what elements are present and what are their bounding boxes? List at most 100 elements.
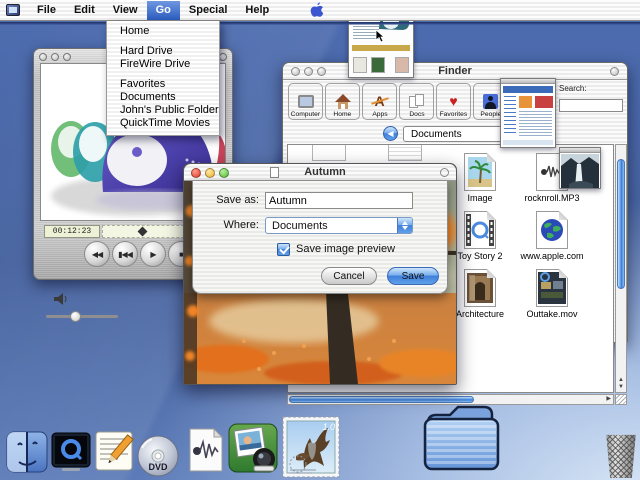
toolbar-toggle-icon[interactable] xyxy=(219,53,227,61)
toolbar-apps-button[interactable]: A Apps xyxy=(362,83,397,120)
zoom-icon[interactable] xyxy=(63,53,71,61)
cursor-icon xyxy=(375,29,385,43)
close-icon[interactable] xyxy=(39,53,47,61)
dvd-label: DVD xyxy=(136,462,180,472)
dock-dvd-player-icon[interactable]: DVD xyxy=(136,434,180,478)
minimize-icon[interactable] xyxy=(205,168,215,178)
go-menu-dropdown: Home Hard Drive FireWire Drive Favorites… xyxy=(106,21,220,136)
dock-quicktime-icon[interactable] xyxy=(50,431,92,478)
finder-titlebar[interactable]: Finder xyxy=(283,63,627,80)
movie-doc-icon xyxy=(536,269,568,307)
minimize-icon[interactable] xyxy=(51,53,59,61)
file-image[interactable]: Image xyxy=(448,153,512,203)
web-location-icon xyxy=(536,211,568,249)
menu-help[interactable]: Help xyxy=(236,1,278,20)
save-button[interactable]: Save xyxy=(387,267,439,285)
file-outtake[interactable]: Outtake.mov xyxy=(520,269,584,319)
person-icon xyxy=(483,91,498,111)
zoom-icon[interactable] xyxy=(219,168,229,178)
dock-textedit-icon[interactable] xyxy=(92,429,136,478)
filename-input[interactable] xyxy=(265,192,413,209)
search-area: Search: xyxy=(559,84,625,113)
dock-audio-file-icon[interactable] xyxy=(182,427,228,478)
photo-doc-icon xyxy=(464,269,496,307)
web-promo-box xyxy=(535,96,553,108)
toolbar-computer-button[interactable]: Computer xyxy=(288,83,323,120)
toolbar-toggle-icon[interactable] xyxy=(610,67,619,76)
scroll-right-icon[interactable]: ▶ xyxy=(606,397,611,402)
save-sheet-dialog: Save as: Where: Documents Save image pre… xyxy=(192,181,448,294)
volume-slider[interactable] xyxy=(46,315,118,318)
menu-special[interactable]: Special xyxy=(180,1,237,20)
minimize-icon[interactable] xyxy=(304,67,313,76)
search-input[interactable] xyxy=(559,99,623,112)
preview-checkbox-label: Save image preview xyxy=(296,242,395,257)
rewind-button[interactable]: ◀◀ xyxy=(84,241,110,267)
web-promo-box xyxy=(519,96,532,108)
menu-item-favorites[interactable]: Favorites xyxy=(107,78,219,91)
dock-trash-icon[interactable] xyxy=(605,434,637,478)
computer-icon xyxy=(298,91,314,111)
menu-item-home[interactable]: Home xyxy=(107,25,219,38)
partial-file-icon[interactable] xyxy=(312,144,346,161)
vertical-scroll-thumb[interactable] xyxy=(617,159,625,289)
resize-grip[interactable] xyxy=(615,394,627,405)
toolbar-docs-button[interactable]: Docs xyxy=(399,83,434,120)
menu-item-firewire-drive[interactable]: FireWire Drive xyxy=(107,58,219,71)
step-back-button[interactable]: ▮◀◀ xyxy=(112,241,138,267)
where-popup[interactable]: Documents xyxy=(265,217,413,234)
menu-item-documents[interactable]: Documents xyxy=(107,91,219,104)
autumn-document-window[interactable]: Autumn xyxy=(183,163,457,385)
document-proxy-icon[interactable] xyxy=(270,167,279,178)
mail-version-label: 1.0 xyxy=(322,422,335,432)
partial-file-icon[interactable] xyxy=(388,144,422,161)
zoom-icon[interactable] xyxy=(317,67,326,76)
system-menu-icon[interactable] xyxy=(6,4,20,16)
menu-file[interactable]: File xyxy=(28,1,65,20)
web-header xyxy=(503,86,553,93)
close-icon[interactable] xyxy=(291,67,300,76)
toolbar-toggle-icon[interactable] xyxy=(440,168,449,177)
web-footer xyxy=(503,140,553,145)
apps-icon: A xyxy=(374,91,384,111)
file-apple-url[interactable]: www.apple.com xyxy=(520,211,584,261)
docs-icon xyxy=(409,91,425,111)
dock-finder-icon[interactable] xyxy=(6,431,48,478)
cancel-button[interactable]: Cancel xyxy=(321,267,377,285)
dock-minimized-waterfall-window[interactable] xyxy=(559,147,601,189)
scroll-up-icon[interactable]: ▲ xyxy=(616,378,626,383)
toolbar-favorites-button[interactable]: ♥ Favorites xyxy=(436,83,471,120)
dock-documents-folder-icon[interactable] xyxy=(420,401,502,478)
dock-minimized-webpage-window[interactable] xyxy=(500,78,556,148)
ad-thumb xyxy=(371,57,385,73)
vertical-scrollbar[interactable]: ▲ ▼ xyxy=(615,144,627,393)
menu-edit[interactable]: Edit xyxy=(65,1,104,20)
timecode-display: 00:12:23 xyxy=(44,225,100,238)
menu-item-quicktime-movies[interactable]: QuickTime Movies xyxy=(107,117,219,130)
playhead-icon[interactable] xyxy=(138,227,148,237)
back-button[interactable]: ◀ xyxy=(383,126,398,141)
palm-photo-icon xyxy=(464,153,496,191)
menu-separator xyxy=(107,38,219,45)
menu-item-hard-drive[interactable]: Hard Drive xyxy=(107,45,219,58)
dock-image-capture-icon[interactable] xyxy=(228,423,278,478)
file-toy-story-2[interactable]: Toy Story 2 xyxy=(448,211,512,261)
save-as-label: Save as: xyxy=(197,192,259,209)
menu-item-johns-public-folder[interactable]: John's Public Folder xyxy=(107,104,219,117)
menu-go[interactable]: Go xyxy=(147,1,180,20)
menu-bar: File Edit View Go Special Help xyxy=(0,0,640,21)
close-icon[interactable] xyxy=(191,168,201,178)
toolbar-home-button[interactable]: Home xyxy=(325,83,360,120)
volume-knob[interactable] xyxy=(70,311,81,322)
file-architecture[interactable]: Architecture xyxy=(448,269,512,319)
play-button[interactable]: ▶ xyxy=(140,241,166,267)
preview-checkbox[interactable] xyxy=(277,243,290,256)
scroll-down-icon[interactable]: ▼ xyxy=(616,385,626,390)
web-nav-links xyxy=(504,96,516,136)
finder-path-bar: ◀ Documents xyxy=(283,123,627,144)
ad-thumb xyxy=(395,57,409,73)
mini-titlebar xyxy=(501,79,555,84)
dock-mail-icon[interactable]: 1.0 xyxy=(282,416,340,478)
menu-view[interactable]: View xyxy=(104,1,147,20)
apple-logo-icon xyxy=(310,2,324,19)
